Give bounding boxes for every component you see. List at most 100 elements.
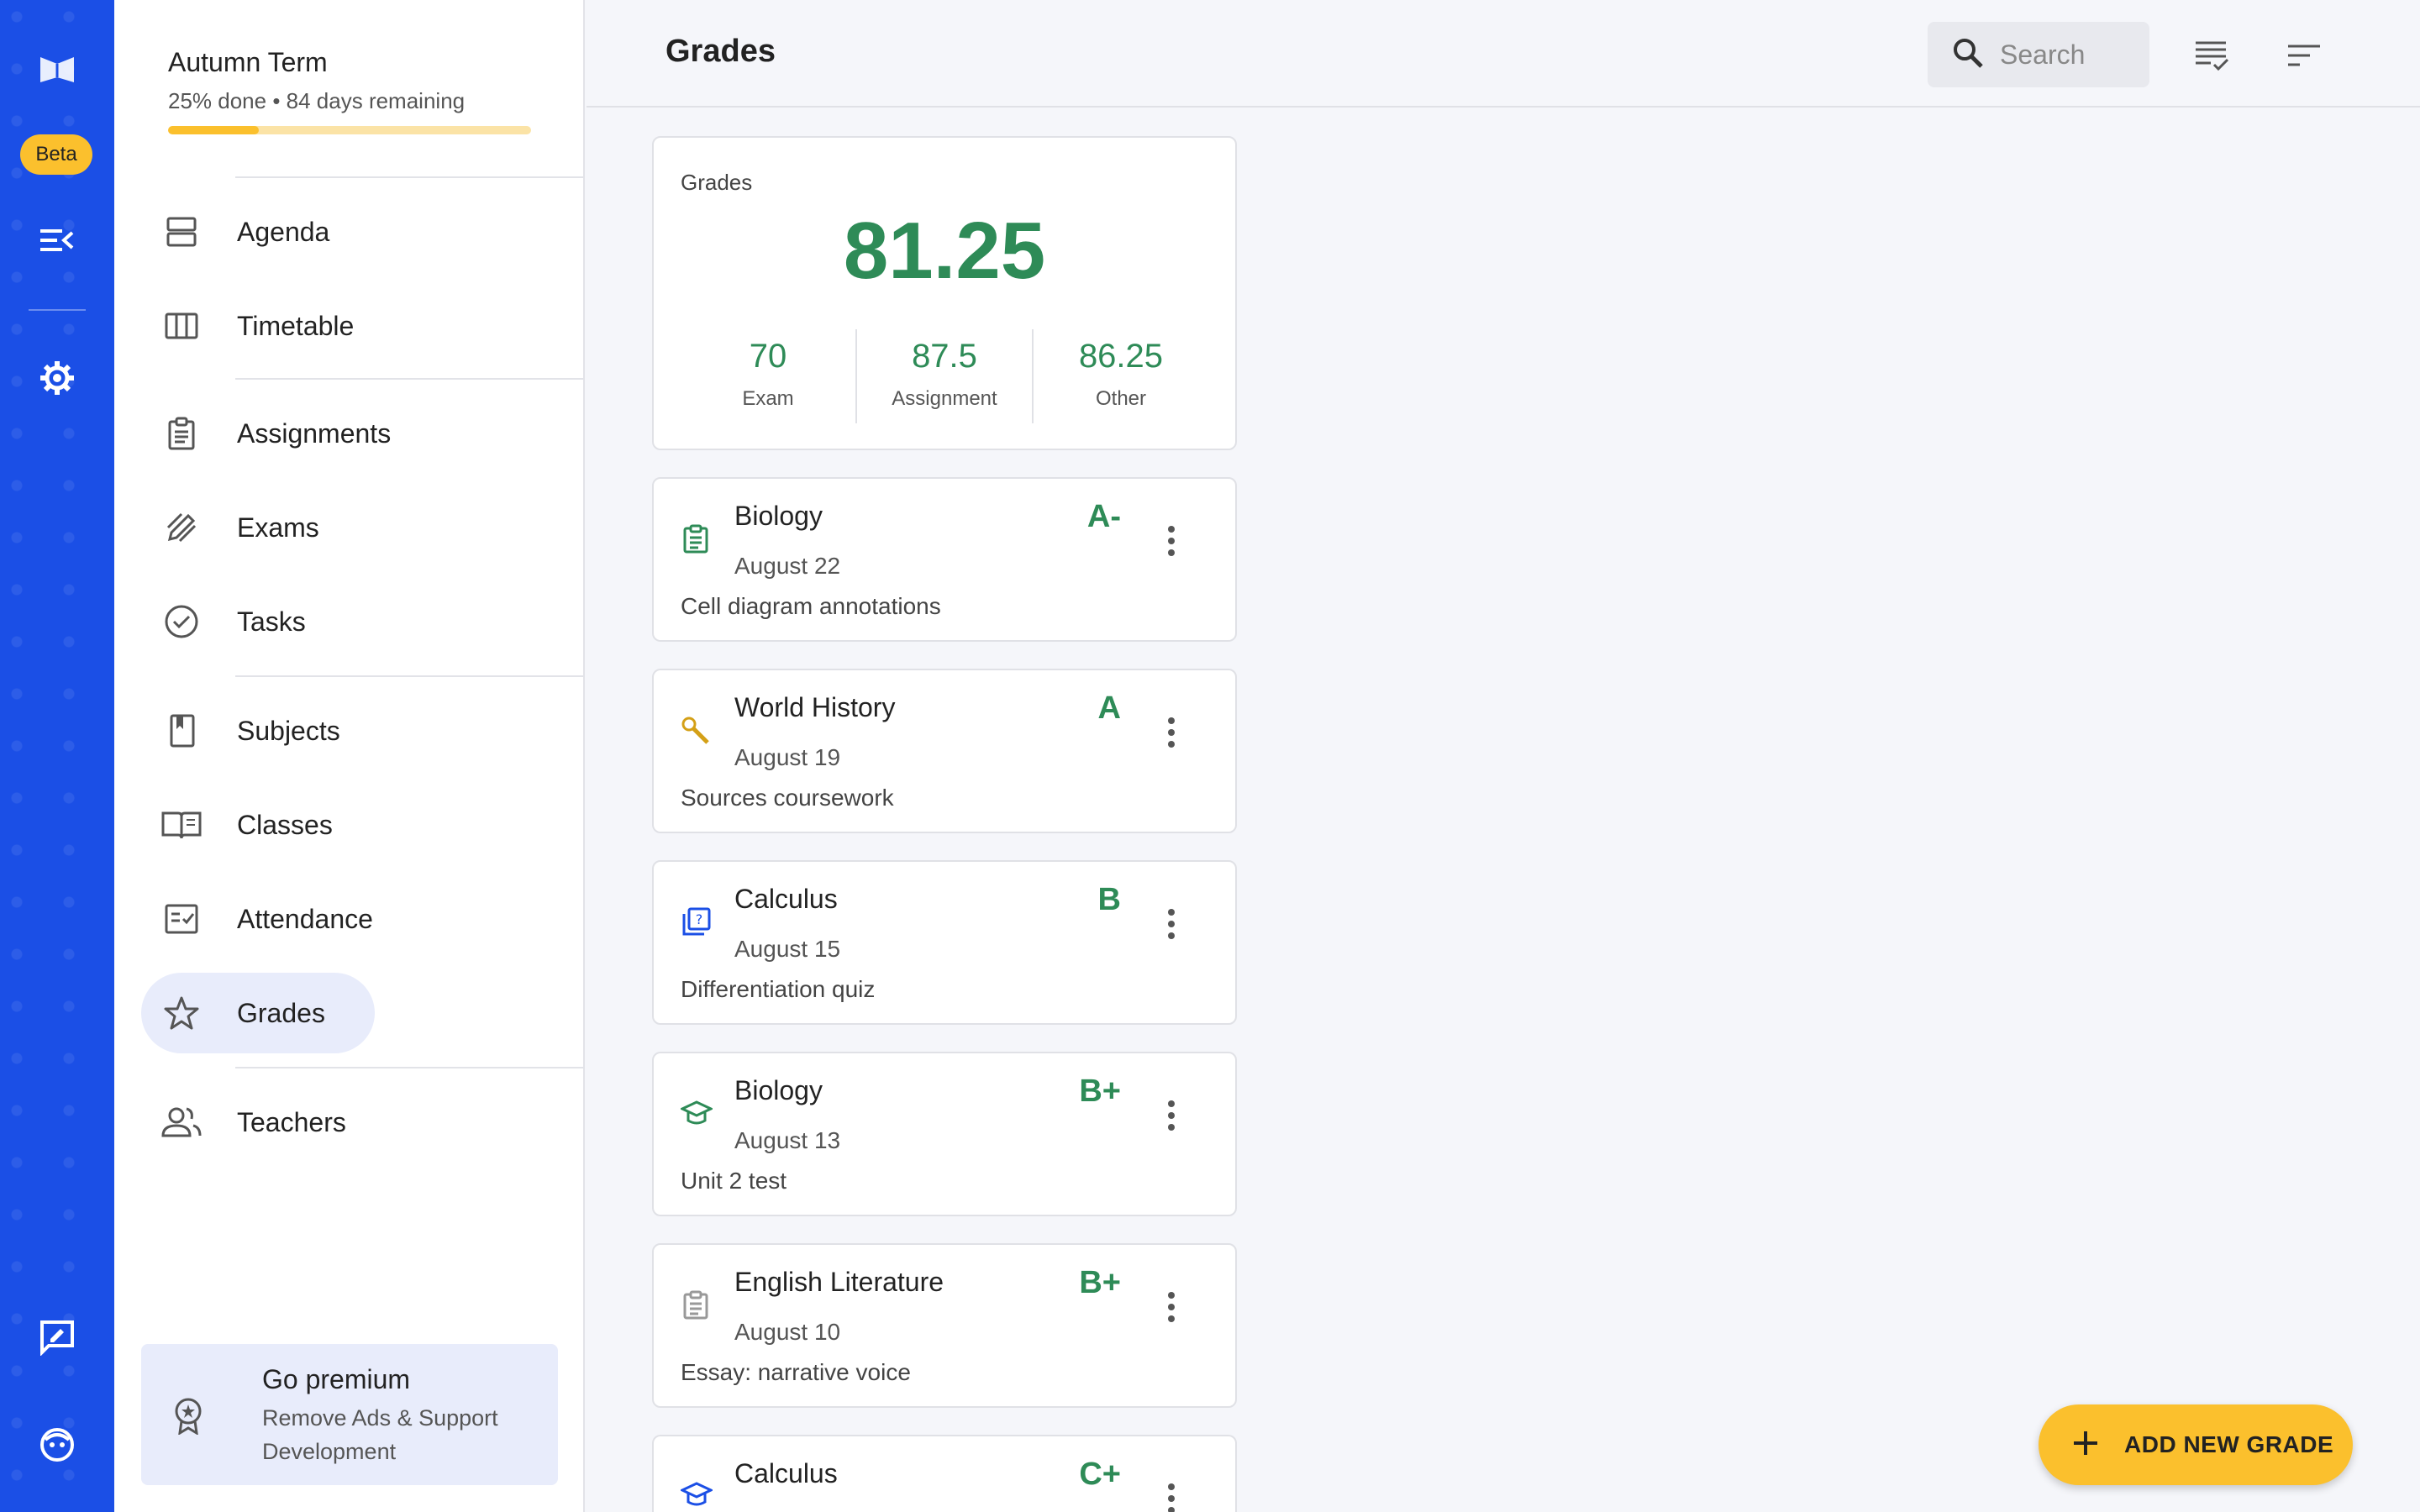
add-new-grade-label: ADD NEW GRADE xyxy=(2124,1431,2334,1457)
sidebar-item-assignments[interactable]: Assignments xyxy=(141,393,391,474)
sidebar-item-teachers[interactable]: Teachers xyxy=(141,1082,346,1163)
more-options-icon[interactable] xyxy=(1155,1473,1188,1512)
grade-card[interactable]: Calculus C+ xyxy=(652,1435,1237,1512)
go-premium-card[interactable]: Go premium Remove Ads & Support Developm… xyxy=(141,1344,558,1485)
quiz-icon: ? xyxy=(681,907,711,942)
grade-date: August 19 xyxy=(734,744,841,770)
add-new-grade-button[interactable]: ADD NEW GRADE xyxy=(2039,1404,2353,1485)
term-title: Autumn Term xyxy=(168,47,328,77)
graduation-cap-icon xyxy=(679,1099,714,1133)
grade-description: Essay: narrative voice xyxy=(681,1359,911,1385)
grade-subject: English Literature xyxy=(734,1267,944,1297)
rail-divider xyxy=(29,309,86,311)
book-icon xyxy=(141,714,222,748)
grade-value: B+ xyxy=(1079,1074,1121,1109)
feedback-icon[interactable] xyxy=(0,1317,114,1357)
grade-description: Cell diagram annotations xyxy=(681,593,941,619)
more-options-icon[interactable] xyxy=(1155,707,1188,758)
sidebar-item-label: Assignments xyxy=(237,417,392,449)
sort-icon[interactable] xyxy=(2279,30,2329,81)
sidebar-item-label: Tasks xyxy=(237,606,306,637)
more-options-icon[interactable] xyxy=(1155,516,1188,566)
sidebar-item-attendance[interactable]: Attendance xyxy=(141,879,373,959)
sidebar-item-label: Timetable xyxy=(237,310,355,341)
sidebar-item-label: Classes xyxy=(237,809,333,840)
term-header[interactable]: Autumn Term 25% done • 84 days remaining xyxy=(168,47,538,134)
clipboard-icon xyxy=(141,417,222,450)
nav-divider xyxy=(235,1067,585,1068)
overall-grade: 81.25 xyxy=(843,206,1046,296)
timetable-icon xyxy=(141,309,222,343)
app-logo-icon[interactable] xyxy=(0,45,114,92)
sidebar-item-label: Grades xyxy=(237,997,325,1028)
summary-assignment: 87.5 Assignment xyxy=(855,329,1032,423)
term-progress-bar xyxy=(168,126,531,134)
grade-card[interactable]: English Literature August 10 Essay: narr… xyxy=(652,1243,1237,1408)
sidebar-item-label: Attendance xyxy=(237,903,373,934)
summary-other: 86.25 Other xyxy=(1032,329,1208,423)
premium-title: Go premium xyxy=(262,1364,411,1394)
sidebar-item-timetable[interactable]: Timetable xyxy=(141,286,354,366)
gear-icon[interactable] xyxy=(0,358,114,398)
collapse-menu-icon[interactable] xyxy=(0,222,114,259)
summary-breakdown: 70 Exam 87.5 Assignment 86.25 Other xyxy=(681,329,1208,423)
sidebar-item-label: Exams xyxy=(237,512,319,543)
page-title: Grades xyxy=(666,34,776,69)
sidebar-item-tasks[interactable]: Tasks xyxy=(141,581,306,662)
sidebar-item-grades[interactable]: Grades xyxy=(141,973,375,1053)
grade-description: Differentiation quiz xyxy=(681,976,876,1002)
grade-subject: World History xyxy=(734,692,896,722)
sidebar-item-classes[interactable]: Classes xyxy=(141,785,333,865)
term-subtitle: 25% done • 84 days remaining xyxy=(168,88,466,113)
account-icon[interactable] xyxy=(0,1425,114,1465)
star-icon xyxy=(141,995,222,1032)
clipboard-icon xyxy=(681,524,711,559)
grade-value: C+ xyxy=(1079,1457,1121,1492)
summary-exam: 70 Exam xyxy=(681,329,855,423)
wrench-icon xyxy=(681,716,711,750)
grade-date: August 15 xyxy=(734,936,841,962)
check-circle-icon xyxy=(141,603,222,640)
sidebar-item-label: Agenda xyxy=(237,216,330,247)
summary-category-label: Assignment xyxy=(892,387,997,410)
grade-description: Sources coursework xyxy=(681,785,894,811)
grade-card[interactable]: Biology August 22 Cell diagram annotatio… xyxy=(652,477,1237,642)
premium-subtitle: Remove Ads & Support Development xyxy=(262,1405,498,1464)
grade-subject: Biology xyxy=(734,1075,823,1105)
sidebar-item-label: Teachers xyxy=(237,1106,346,1137)
search-box[interactable] xyxy=(1928,22,2149,87)
grade-card[interactable]: ? Calculus August 15 Differentiation qui… xyxy=(652,860,1237,1025)
sidebar-item-subjects[interactable]: Subjects xyxy=(141,690,340,771)
checklist-icon xyxy=(141,902,222,936)
sidebar-item-agenda[interactable]: Agenda xyxy=(141,192,329,272)
sidebar-item-exams[interactable]: Exams xyxy=(141,487,319,568)
clipboard-icon xyxy=(681,1290,711,1325)
more-options-icon[interactable] xyxy=(1155,1282,1188,1332)
more-options-icon[interactable] xyxy=(1155,899,1188,949)
grade-value: B xyxy=(1097,882,1121,917)
term-progress-fill xyxy=(168,126,259,134)
beta-badge: Beta xyxy=(20,134,92,175)
summary-category-label: Other xyxy=(1095,387,1147,410)
search-input[interactable] xyxy=(2000,39,2084,71)
top-bar: Grades xyxy=(587,0,2420,108)
sidebar-item-label: Subjects xyxy=(237,715,340,746)
nav-divider xyxy=(235,176,585,178)
grade-description: Unit 2 test xyxy=(681,1168,787,1194)
nav-divider xyxy=(235,378,585,380)
grade-date: August 10 xyxy=(734,1319,841,1345)
grade-value: A xyxy=(1097,690,1121,726)
filter-list-icon[interactable] xyxy=(2186,30,2237,81)
summary-value: 70 xyxy=(749,338,787,375)
graduation-cap-icon xyxy=(679,1480,714,1512)
plus-icon xyxy=(2070,1428,2101,1462)
grade-card[interactable]: World History August 19 Sources coursewo… xyxy=(652,669,1237,833)
pencil-ruler-icon xyxy=(141,511,222,544)
grade-card[interactable]: Biology August 13 Unit 2 test B+ xyxy=(652,1052,1237,1216)
summary-value: 87.5 xyxy=(912,338,977,375)
grade-value: B+ xyxy=(1079,1265,1121,1300)
grades-summary-card: Grades 81.25 70 Exam 87.5 Assignment 86.… xyxy=(652,136,1237,450)
summary-label: Grades xyxy=(681,170,753,195)
grade-subject: Calculus xyxy=(734,884,838,914)
more-options-icon[interactable] xyxy=(1155,1090,1188,1141)
